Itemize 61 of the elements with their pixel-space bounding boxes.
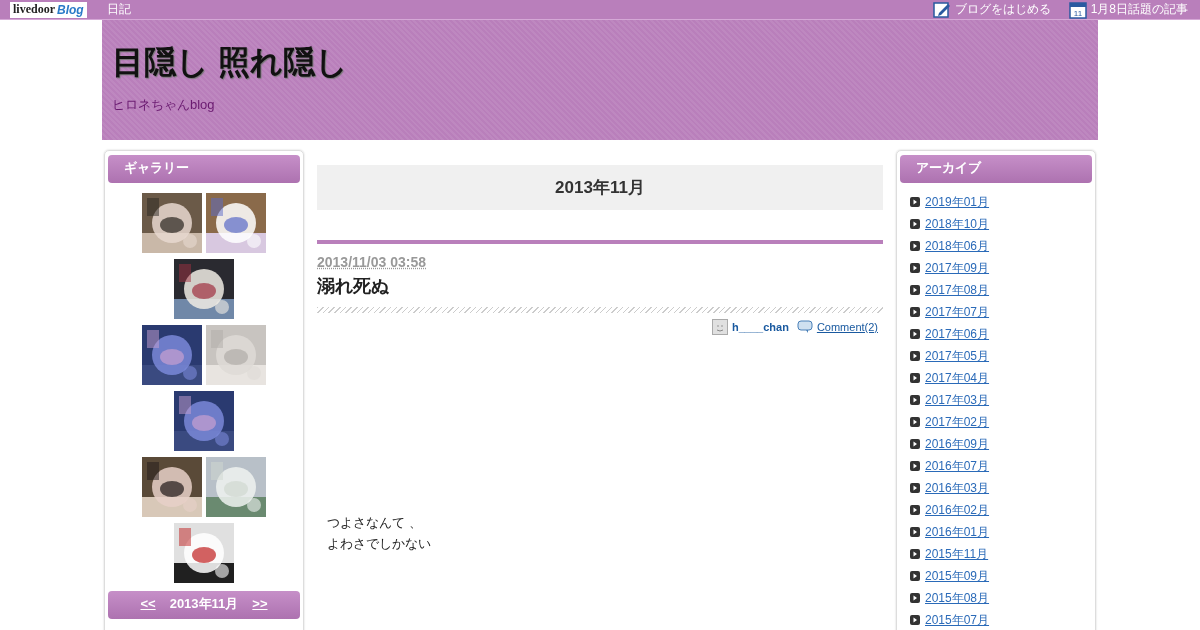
archive-link[interactable]: 2015年08月 xyxy=(925,589,990,607)
post-text: つよさなんて 、 xyxy=(327,514,423,532)
archive-heading: アーカイブ xyxy=(900,155,1092,183)
avatar-icon xyxy=(712,319,728,335)
nav-link[interactable]: 日記 xyxy=(106,1,131,18)
archive-link[interactable]: 2017年09月 xyxy=(925,259,990,277)
bullet-icon xyxy=(910,197,920,207)
archive-link[interactable]: 2017年04月 xyxy=(925,369,990,387)
archive-link[interactable]: 2016年03月 xyxy=(925,479,990,497)
archive-link[interactable]: 2017年07月 xyxy=(925,303,990,321)
post-title[interactable]: 溺れ死ぬ xyxy=(317,274,883,298)
archive-link[interactable]: 2018年06月 xyxy=(925,237,990,255)
archive-link[interactable]: 2017年06月 xyxy=(925,325,990,343)
next-month-link[interactable]: >> xyxy=(252,591,268,619)
month-heading: 2013年11月 xyxy=(317,165,883,210)
archive-link[interactable]: 2017年03月 xyxy=(925,391,990,409)
blog-title[interactable]: 目隠し 照れ隠し xyxy=(112,40,1088,84)
bullet-icon xyxy=(910,395,920,405)
comments-link[interactable]: Comment(2) xyxy=(816,321,878,333)
bullet-icon xyxy=(910,219,920,229)
blog-subtitle: ヒロネちゃんblog xyxy=(112,96,216,114)
archive-link[interactable]: 2016年01月 xyxy=(925,523,990,541)
topics-link[interactable]: 1月8日話題の記事 xyxy=(1090,1,1188,18)
pencil-icon xyxy=(932,0,951,19)
bullet-icon xyxy=(910,373,920,383)
archive-link[interactable]: 2015年11月 xyxy=(925,545,989,563)
bullet-icon xyxy=(910,593,920,603)
site-logo[interactable]: livedoor Blog xyxy=(10,1,87,18)
bullet-icon xyxy=(910,571,920,581)
archive-link[interactable]: 2019年01月 xyxy=(925,193,990,211)
bullet-icon xyxy=(910,505,920,515)
bullet-icon xyxy=(910,615,920,625)
bullet-icon xyxy=(910,351,920,361)
bullet-icon xyxy=(910,461,920,471)
bullet-icon xyxy=(910,549,920,559)
calendar-icon: 11 xyxy=(1068,0,1087,19)
post-text: よわさでしかない xyxy=(327,535,432,553)
archive-link[interactable]: 2015年09月 xyxy=(925,567,990,585)
bullet-icon xyxy=(910,417,920,427)
archive-link[interactable]: 2016年09月 xyxy=(925,435,990,453)
archive-link[interactable]: 2016年02月 xyxy=(925,501,990,519)
archive-link[interactable]: 2015年07月 xyxy=(925,611,990,629)
bullet-icon xyxy=(910,285,920,295)
bullet-icon xyxy=(910,439,920,449)
gallery-heading: ギャラリー xyxy=(108,155,300,183)
bullet-icon xyxy=(910,527,920,537)
archive-link[interactable]: 2017年05月 xyxy=(925,347,990,365)
bullet-icon xyxy=(910,307,920,317)
previous-month-link[interactable]: << xyxy=(140,591,156,619)
author-link[interactable]: h____chan xyxy=(732,321,789,333)
bullet-icon xyxy=(910,263,920,273)
bullet-icon xyxy=(910,329,920,339)
archive-link[interactable]: 2018年10月 xyxy=(925,215,990,233)
archive-link[interactable]: 2017年08月 xyxy=(925,281,990,299)
bullet-icon xyxy=(910,483,920,493)
start-blog-link[interactable]: ブログをはじめる xyxy=(954,1,1051,18)
bullet-icon xyxy=(910,241,920,251)
calendar-month: 2013年11月 xyxy=(169,595,239,613)
archive-link[interactable]: 2016年07月 xyxy=(925,457,990,475)
comment-icon xyxy=(796,320,813,334)
archive-link[interactable]: 2017年02月 xyxy=(925,413,990,431)
